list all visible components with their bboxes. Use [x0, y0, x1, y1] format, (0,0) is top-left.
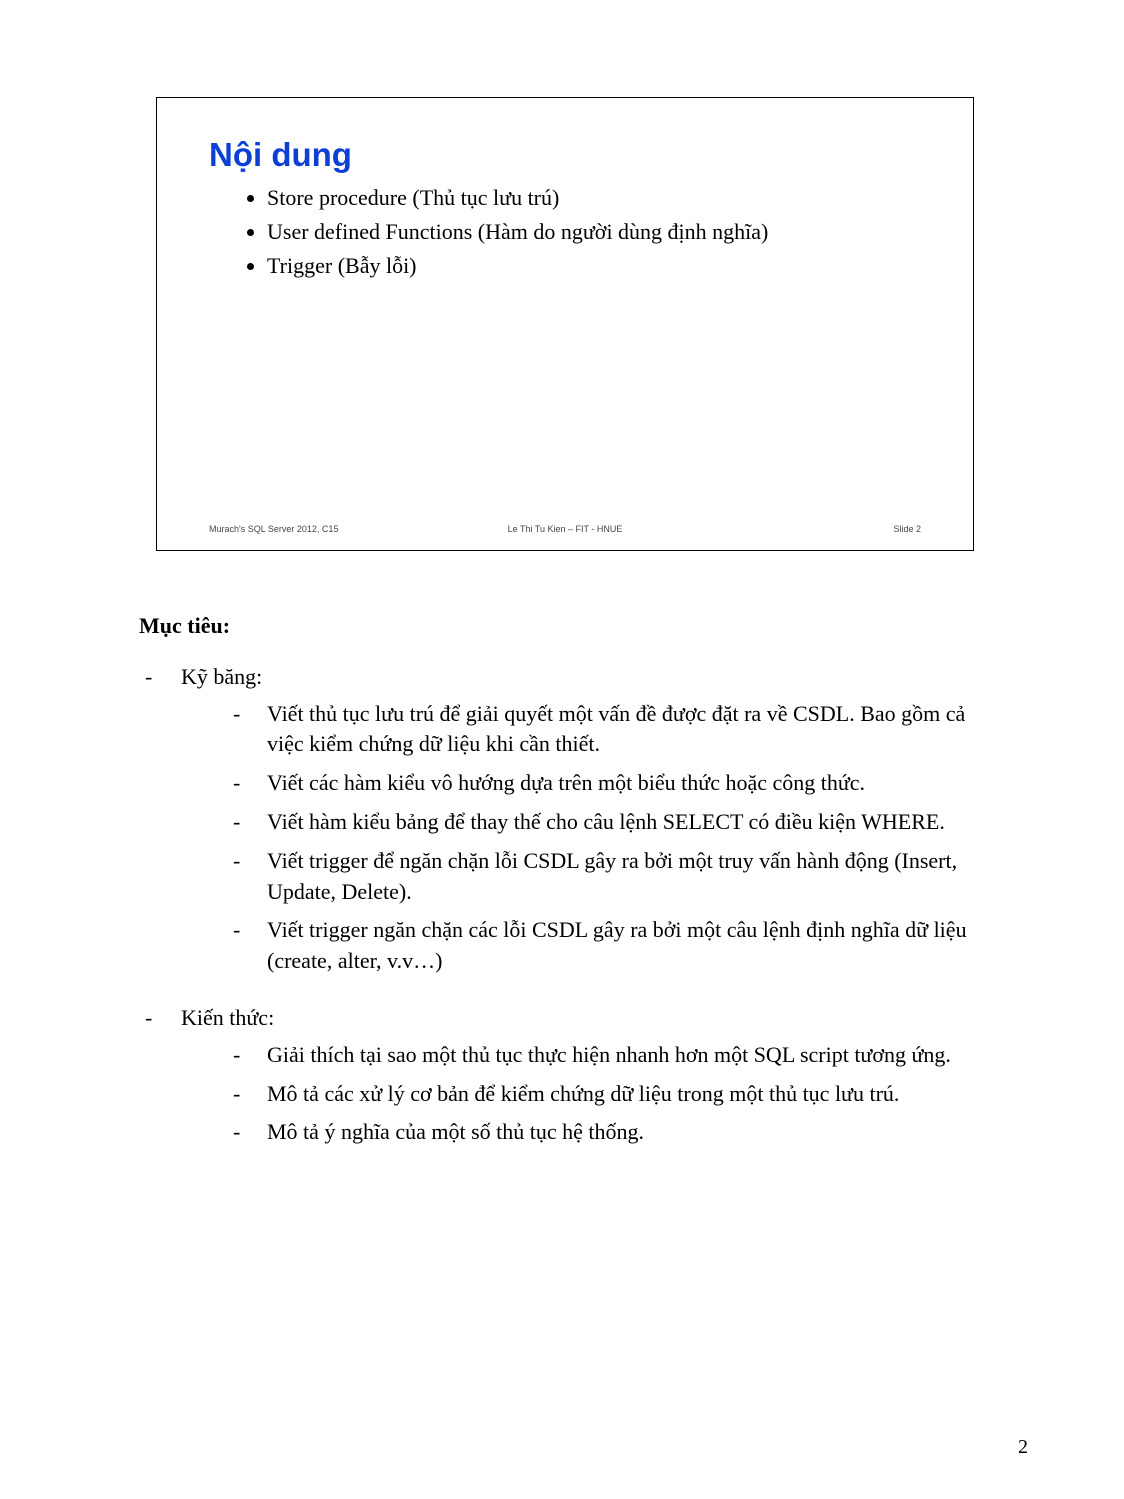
subsection-label: Kỹ băng: [181, 662, 985, 693]
list-item: Kiến thức: Giải thích tại sao một thủ tụ… [139, 1003, 985, 1148]
list-item: Viết thủ tục lưu trú để giải quyết một v… [227, 699, 985, 761]
slide-footer-center: Le Thi Tu Kien – FIT - HNUE [446, 524, 683, 534]
list-item: Mô tả các xử lý cơ bản để kiểm chứng dữ … [227, 1079, 985, 1110]
slide-item: Trigger (Bẫy lỗi) [267, 250, 921, 282]
list-item: Viết các hàm kiểu vô hướng dựa trên một … [227, 768, 985, 799]
slide-footer: Murach's SQL Server 2012, C15 Le Thi Tu … [209, 524, 921, 534]
list-item: Viết trigger để ngăn chặn lỗi CSDL gây r… [227, 846, 985, 908]
list-item: Mô tả ý nghĩa của một số thủ tục hệ thốn… [227, 1117, 985, 1148]
list-item: Kỹ băng: Viết thủ tục lưu trú để giải qu… [139, 662, 985, 977]
slide-box: Nội dung Store procedure (Thủ tục lưu tr… [156, 97, 974, 551]
inner-list: Giải thích tại sao một thủ tục thực hiện… [227, 1040, 985, 1148]
top-list: Kỹ băng: Viết thủ tục lưu trú để giải qu… [139, 662, 985, 1148]
slide-title: Nội dung [209, 136, 921, 174]
list-item: Giải thích tại sao một thủ tục thực hiện… [227, 1040, 985, 1071]
inner-list: Viết thủ tục lưu trú để giải quyết một v… [227, 699, 985, 977]
slide-footer-right: Slide 2 [684, 524, 921, 534]
slide-footer-left: Murach's SQL Server 2012, C15 [209, 524, 446, 534]
slide-item: User defined Functions (Hàm do người dùn… [267, 216, 921, 248]
list-item: Viết trigger ngăn chặn các lỗi CSDL gây … [227, 915, 985, 977]
page-number: 2 [1018, 1436, 1028, 1459]
section-heading: Mục tiêu: [139, 611, 985, 642]
slide-bullet-list: Store procedure (Thủ tục lưu trú) User d… [267, 182, 921, 282]
document-body: Mục tiêu: Kỹ băng: Viết thủ tục lưu trú … [139, 611, 985, 1174]
subsection-label: Kiến thức: [181, 1003, 985, 1034]
slide-item: Store procedure (Thủ tục lưu trú) [267, 182, 921, 214]
list-item: Viết hàm kiểu bảng để thay thế cho câu l… [227, 807, 985, 838]
